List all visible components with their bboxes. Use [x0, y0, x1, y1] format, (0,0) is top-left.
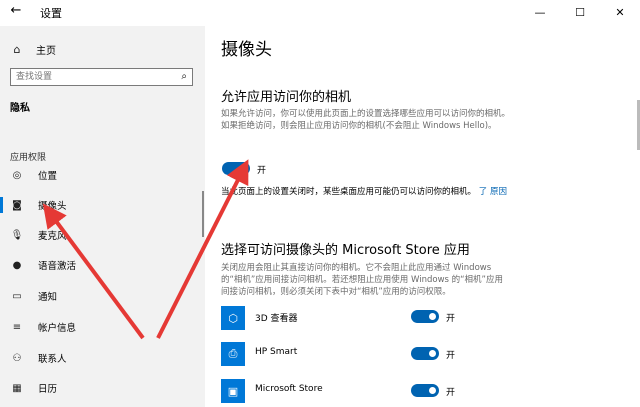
location-icon: ◎: [12, 169, 22, 181]
microsoft-store-icon: ▣: [221, 379, 245, 403]
active-indicator: [0, 197, 3, 213]
note-text: 当此页面上的设置关闭时，某些桌面应用可能仍可以访问你的相机。: [221, 187, 477, 197]
sidebar-item-label: 通知: [38, 292, 58, 303]
close-button[interactable]: ✕: [600, 0, 640, 24]
sidebar-item-label: 联系人: [38, 354, 67, 365]
maximize-button[interactable]: ☐: [560, 0, 600, 24]
store-apps-description: 关闭应用会阻止其直接访问你的相机。它不会阻止此应用通过 Windows 的“相机…: [221, 263, 503, 297]
sidebar-item-label: 摄像头: [38, 201, 67, 212]
sidebar-item-contacts[interactable]: ⚇ 联系人: [10, 349, 67, 367]
camera-access-toggle-label: 开: [257, 166, 267, 176]
sidebar-item-label: 位置: [38, 171, 58, 182]
hp-smart-icon: ⎙: [221, 342, 245, 366]
allow-description: 如果允许访问，你可以使用此页面上的设置选择哪些应用可以访问你的相机。如果拒绝访问…: [221, 109, 511, 131]
page-title: 摄像头: [221, 40, 272, 60]
search-input[interactable]: [16, 71, 166, 83]
window-title: 设置: [40, 7, 62, 20]
sidebar: ⌂ 主页 ⌕ 隐私 应用权限 ◎ 位置 ◙ 摄像头 🎙︎ 麦克风 ● 语音激活 …: [0, 26, 205, 407]
account-info-icon: ≡: [12, 321, 22, 333]
sidebar-item-notifications[interactable]: ▭ 通知: [10, 287, 57, 305]
home-label: 主页: [36, 45, 56, 57]
microsoft-store-toggle[interactable]: [411, 384, 439, 397]
sidebar-item-label: 麦克风: [38, 231, 67, 242]
group-label: 应用权限: [10, 153, 47, 163]
microphone-icon: 🎙︎: [10, 229, 24, 241]
sidebar-item-label: 日历: [38, 384, 58, 395]
camera-icon: ◙: [12, 199, 22, 211]
sidebar-scrollbar[interactable]: [202, 191, 204, 237]
3d-viewer-toggle[interactable]: [411, 310, 439, 323]
sidebar-item-label: 帐户信息: [38, 323, 77, 334]
sidebar-item-home[interactable]: ⌂ 主页: [10, 40, 57, 58]
contacts-icon: ⚇: [12, 352, 22, 364]
hp-smart-toggle[interactable]: [411, 347, 439, 360]
title-bar: ← 设置 — ☐ ✕: [0, 0, 640, 26]
minimize-button[interactable]: —: [520, 0, 560, 24]
window-controls: — ☐ ✕: [520, 0, 640, 24]
app-name: Microsoft Store: [255, 384, 323, 394]
app-name: 3D 查看器: [255, 314, 298, 324]
sidebar-item-voice-activation[interactable]: ● 语音激活: [10, 256, 76, 274]
section-title: 隐私: [10, 103, 30, 114]
sidebar-item-account-info[interactable]: ≡ 帐户信息: [10, 318, 76, 336]
sidebar-item-calendar[interactable]: ▦ 日历: [10, 379, 57, 397]
learn-why-link-2[interactable]: 原因: [490, 187, 507, 197]
sidebar-item-microphone[interactable]: 🎙︎ 麦克风: [10, 226, 67, 244]
allow-heading: 允许应用访问你的相机: [221, 90, 352, 105]
sidebar-item-location[interactable]: ◎ 位置: [10, 166, 57, 184]
main-content: 摄像头 允许应用访问你的相机 如果允许访问，你可以使用此页面上的设置选择哪些应用…: [205, 26, 640, 407]
calendar-icon: ▦: [12, 382, 22, 394]
search-box[interactable]: ⌕: [10, 68, 193, 86]
learn-why-link[interactable]: 了: [479, 187, 488, 197]
voice-activation-icon: ●: [12, 259, 22, 271]
search-icon[interactable]: ⌕: [181, 71, 187, 82]
sidebar-item-camera[interactable]: ◙ 摄像头: [10, 196, 67, 214]
microsoft-store-toggle-label: 开: [446, 388, 456, 398]
3d-viewer-icon: ⬡: [221, 306, 245, 330]
sidebar-item-label: 语音激活: [38, 261, 77, 272]
hp-smart-toggle-label: 开: [446, 351, 456, 361]
camera-access-toggle[interactable]: [222, 162, 250, 175]
3d-viewer-toggle-label: 开: [446, 314, 456, 324]
desktop-apps-note: 当此页面上的设置关闭时，某些桌面应用可能仍可以访问你的相机。 了 原因: [221, 186, 511, 198]
back-arrow-icon[interactable]: ←: [8, 3, 24, 19]
notification-icon: ▭: [12, 290, 22, 302]
store-apps-heading: 选择可访问摄像头的 Microsoft Store 应用: [221, 243, 470, 258]
home-icon: ⌂: [13, 42, 21, 56]
app-name: HP Smart: [255, 347, 298, 357]
